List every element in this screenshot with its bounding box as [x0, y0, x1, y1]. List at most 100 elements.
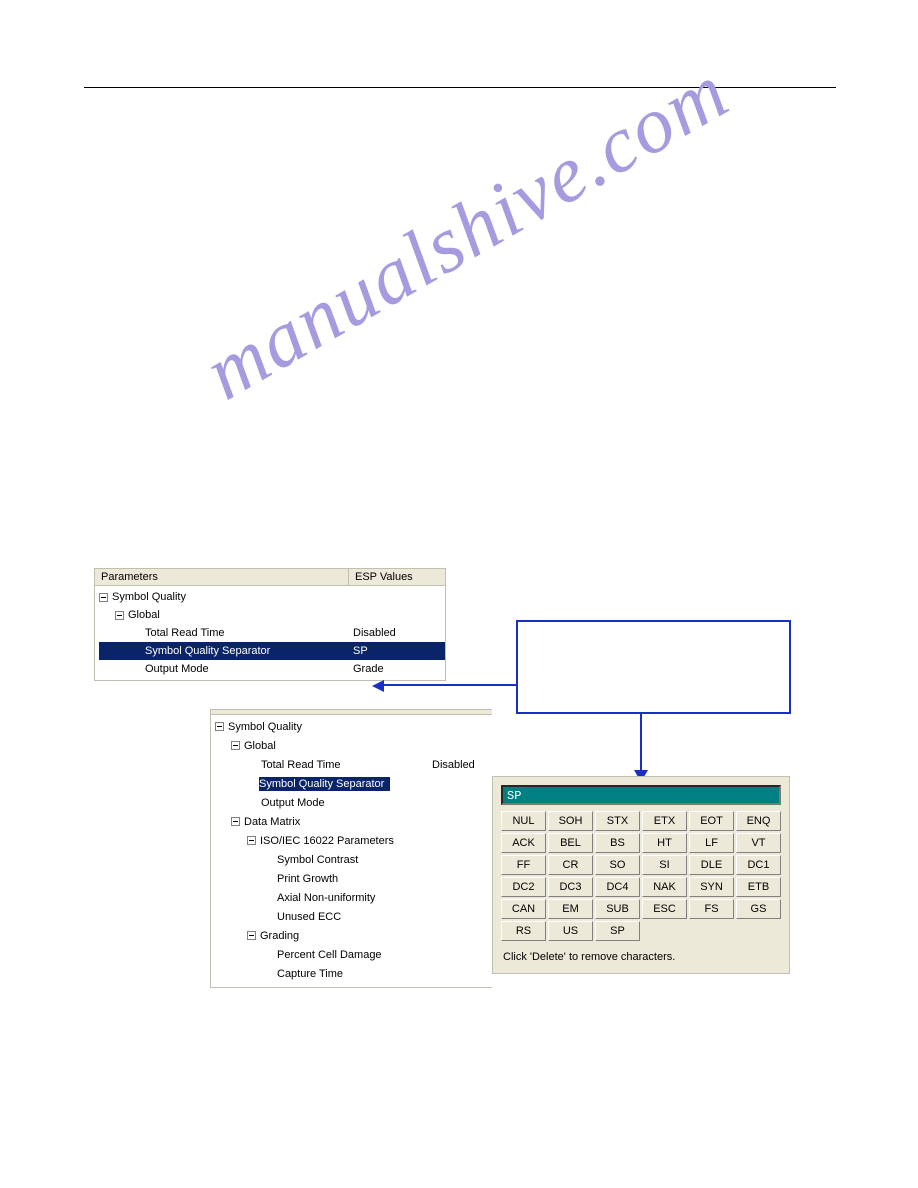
expander-icon[interactable] — [115, 611, 124, 620]
expander-icon[interactable] — [247, 836, 256, 845]
ascii-panel: SP NUL SOH STX ETX EOT ENQ ACK BEL BS HT… — [492, 776, 790, 974]
tree2-node-data-matrix[interactable]: Data Matrix — [215, 812, 492, 831]
ascii-btn-so[interactable]: SO — [595, 855, 640, 875]
arrow-left-icon — [372, 680, 384, 692]
expander-icon[interactable] — [99, 593, 108, 602]
ascii-btn-esc[interactable]: ESC — [642, 899, 687, 919]
watermark-text: manualshive.com — [190, 46, 744, 419]
ascii-btn-eot[interactable]: EOT — [689, 811, 734, 831]
tree2-label: Unused ECC — [275, 911, 341, 923]
ascii-btn-enq[interactable]: ENQ — [736, 811, 781, 831]
tree1-node-symbol-quality-separator[interactable]: Symbol Quality Separator SP — [99, 642, 445, 660]
ascii-btn-nul[interactable]: NUL — [501, 811, 546, 831]
tree1-node-symbol-quality[interactable]: Symbol Quality — [99, 588, 445, 606]
expander-icon[interactable] — [231, 741, 240, 750]
ascii-btn-bel[interactable]: BEL — [548, 833, 593, 853]
ascii-btn-cr[interactable]: CR — [548, 855, 593, 875]
tree2-label: Axial Non-uniformity — [275, 892, 375, 904]
tree1-value: Grade — [353, 663, 445, 675]
ascii-btn-syn[interactable]: SYN — [689, 877, 734, 897]
tree-panel-2: Symbol Quality Global Total Read Time Di… — [210, 709, 492, 988]
tree2-node-symbol-quality-separator[interactable]: Symbol Quality Separator — [215, 774, 492, 793]
tree2-node-output-mode[interactable]: Output Mode — [215, 793, 492, 812]
tree2-label: ISO/IEC 16022 Parameters — [258, 835, 394, 847]
ascii-btn-ff[interactable]: FF — [501, 855, 546, 875]
tree2-label: Percent Cell Damage — [275, 949, 382, 961]
tree2-label: Symbol Contrast — [275, 854, 358, 866]
tree1-value: Disabled — [353, 627, 445, 639]
arrow-connector — [640, 714, 642, 774]
tree2-value: Disabled — [432, 759, 492, 771]
tree1-node-global[interactable]: Global — [99, 606, 445, 624]
ascii-btn-etx[interactable]: ETX — [642, 811, 687, 831]
ascii-button-grid: NUL SOH STX ETX EOT ENQ ACK BEL BS HT LF… — [501, 811, 781, 941]
tree1-label: Global — [126, 609, 160, 621]
tree1-column-parameters[interactable]: Parameters — [95, 569, 349, 585]
ascii-btn-bs[interactable]: BS — [595, 833, 640, 853]
ascii-btn-etb[interactable]: ETB — [736, 877, 781, 897]
ascii-btn-rs[interactable]: RS — [501, 921, 546, 941]
tree2-node-unused-ecc[interactable]: Unused ECC — [215, 907, 492, 926]
tree2-label: Symbol Quality Separator — [259, 777, 390, 791]
tree2-label: Print Growth — [275, 873, 338, 885]
ascii-btn-dc4[interactable]: DC4 — [595, 877, 640, 897]
callout-box — [516, 620, 791, 714]
ascii-btn-ack[interactable]: ACK — [501, 833, 546, 853]
ascii-btn-dc1[interactable]: DC1 — [736, 855, 781, 875]
expander-icon[interactable] — [215, 722, 224, 731]
tree2-node-symbol-contrast[interactable]: Symbol Contrast — [215, 850, 492, 869]
ascii-btn-sub[interactable]: SUB — [595, 899, 640, 919]
tree2-node-total-read-time[interactable]: Total Read Time Disabled — [215, 755, 492, 774]
ascii-btn-dc2[interactable]: DC2 — [501, 877, 546, 897]
expander-icon[interactable] — [231, 817, 240, 826]
tree2-node-capture-time[interactable]: Capture Time — [215, 964, 492, 983]
expander-icon[interactable] — [247, 931, 256, 940]
ascii-current-value[interactable]: SP — [501, 785, 781, 805]
tree2-label: Output Mode — [259, 797, 325, 809]
arrow-connector — [384, 684, 518, 686]
ascii-hint-text: Click 'Delete' to remove characters. — [501, 949, 781, 965]
tree1-label: Symbol Quality Separator — [143, 645, 270, 657]
tree-panel-1: Parameters ESP Values Symbol Quality Glo… — [94, 568, 446, 681]
ascii-btn-fs[interactable]: FS — [689, 899, 734, 919]
tree1-header: Parameters ESP Values — [95, 569, 445, 586]
ascii-btn-can[interactable]: CAN — [501, 899, 546, 919]
ascii-btn-vt[interactable]: VT — [736, 833, 781, 853]
tree1-node-total-read-time[interactable]: Total Read Time Disabled — [99, 624, 445, 642]
ascii-btn-us[interactable]: US — [548, 921, 593, 941]
tree2-node-isoiec[interactable]: ISO/IEC 16022 Parameters — [215, 831, 492, 850]
tree2-label: Grading — [258, 930, 299, 942]
ascii-btn-gs[interactable]: GS — [736, 899, 781, 919]
tree2-label: Data Matrix — [242, 816, 300, 828]
tree1-label: Total Read Time — [143, 627, 224, 639]
ascii-btn-si[interactable]: SI — [642, 855, 687, 875]
tree2-label: Capture Time — [275, 968, 343, 980]
tree2-header — [211, 710, 492, 715]
ascii-btn-ht[interactable]: HT — [642, 833, 687, 853]
tree2-label: Global — [242, 740, 276, 752]
tree2-label: Symbol Quality — [226, 721, 302, 733]
tree2-label: Total Read Time — [259, 759, 340, 771]
tree2-node-print-growth[interactable]: Print Growth — [215, 869, 492, 888]
tree1-body: Symbol Quality Global Total Read Time Di… — [95, 586, 445, 680]
tree2-column-blank[interactable] — [211, 710, 492, 714]
tree1-label: Symbol Quality — [110, 591, 186, 603]
ascii-btn-soh[interactable]: SOH — [548, 811, 593, 831]
page-rule — [84, 87, 836, 88]
tree2-node-global[interactable]: Global — [215, 736, 492, 755]
tree2-node-percent-cell-damage[interactable]: Percent Cell Damage — [215, 945, 492, 964]
ascii-btn-lf[interactable]: LF — [689, 833, 734, 853]
ascii-btn-em[interactable]: EM — [548, 899, 593, 919]
tree1-column-values[interactable]: ESP Values — [349, 569, 445, 585]
tree2-node-symbol-quality[interactable]: Symbol Quality — [215, 717, 492, 736]
tree2-node-grading[interactable]: Grading — [215, 926, 492, 945]
ascii-btn-stx[interactable]: STX — [595, 811, 640, 831]
ascii-btn-dc3[interactable]: DC3 — [548, 877, 593, 897]
ascii-btn-sp[interactable]: SP — [595, 921, 640, 941]
tree2-node-axial[interactable]: Axial Non-uniformity — [215, 888, 492, 907]
tree1-label: Output Mode — [143, 663, 209, 675]
ascii-btn-dle[interactable]: DLE — [689, 855, 734, 875]
tree1-node-output-mode[interactable]: Output Mode Grade — [99, 660, 445, 678]
ascii-btn-nak[interactable]: NAK — [642, 877, 687, 897]
tree1-value: SP — [353, 645, 445, 657]
